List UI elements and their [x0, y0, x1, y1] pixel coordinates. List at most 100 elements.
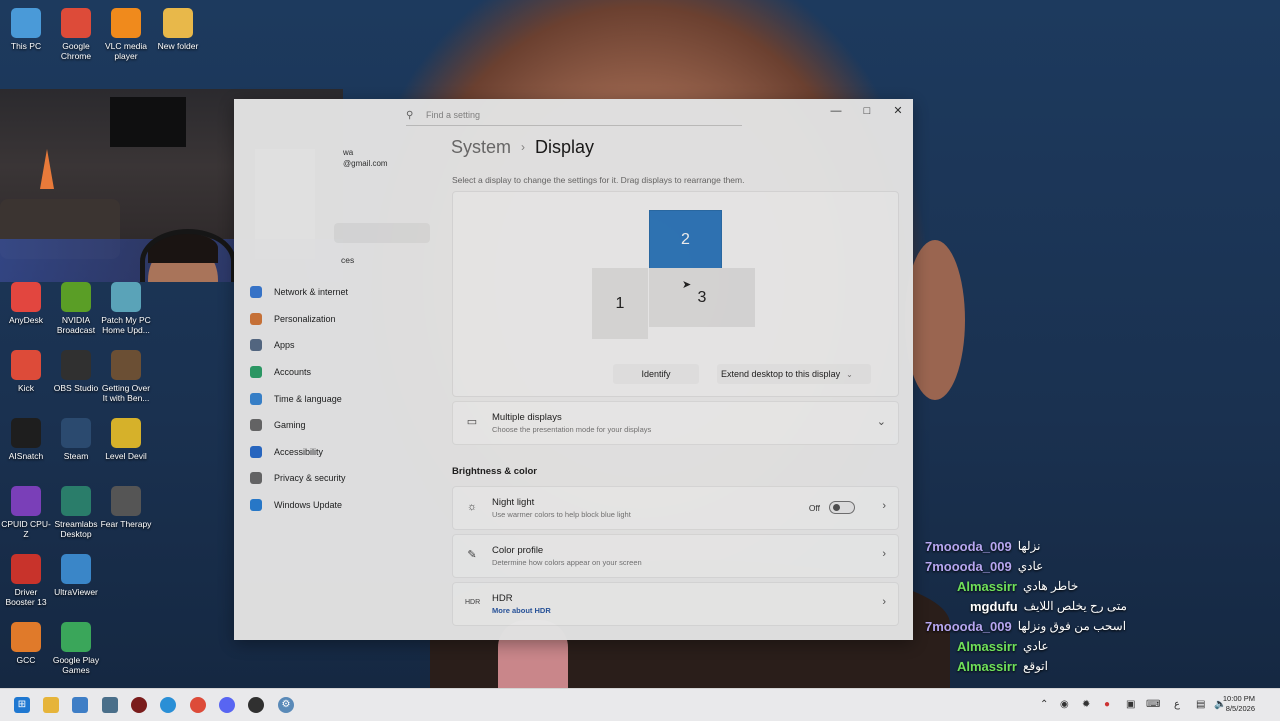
night-light-toggle[interactable] — [829, 501, 855, 514]
fear-therapy-icon — [111, 486, 141, 516]
monitor-icon — [11, 8, 41, 38]
keyboard-icon[interactable]: ⌨ — [1146, 699, 1160, 710]
more-about-hdr-link[interactable]: More about HDR — [492, 606, 551, 615]
sidebar-item-apps[interactable]: Apps — [250, 332, 430, 359]
desktop-icon-anydesk[interactable]: AnyDesk — [0, 282, 52, 325]
sun-icon: ☼ — [466, 501, 478, 513]
night-light-card[interactable]: ☼ Night light Use warmer colors to help … — [452, 486, 899, 530]
desktop-icon-google-play-games[interactable]: Google Play Games — [50, 622, 102, 675]
sidebar-item-system-selected[interactable] — [334, 223, 430, 243]
taskbar-app-icon[interactable] — [72, 697, 88, 713]
desktop-icon-obs-studio[interactable]: OBS Studio — [50, 350, 102, 393]
desktop-icon-this-pc[interactable]: This PC — [0, 8, 52, 51]
tray-app-icon[interactable]: ◉ — [1060, 699, 1069, 710]
identify-button[interactable]: Identify — [613, 364, 699, 384]
tray-gear-icon[interactable]: ✹ — [1082, 699, 1090, 710]
desktop-icon-new-folder[interactable]: New folder — [152, 8, 204, 51]
sidebar-item-accessibility[interactable]: Accessibility — [250, 439, 430, 466]
multiple-displays-title: Multiple displays — [492, 412, 562, 423]
multiple-displays-icon: ▭ — [466, 416, 478, 428]
breadcrumb-system[interactable]: System — [451, 137, 511, 157]
minimize-button[interactable]: — — [821, 103, 851, 119]
sidebar-item-label: Privacy & security — [274, 473, 346, 484]
start-button-icon[interactable]: ⊞ — [14, 697, 30, 713]
desktop-icon-kick[interactable]: Kick — [0, 350, 52, 393]
desktop-icon-label: VLC media player — [104, 41, 148, 61]
edge-icon[interactable] — [160, 697, 176, 713]
sidebar-item-label: Apps — [274, 340, 295, 351]
sidebar-item-accounts[interactable]: Accounts — [250, 359, 430, 386]
multiple-displays-card[interactable]: ▭ Multiple displays Choose the presentat… — [452, 401, 899, 445]
sidebar-item-gaming[interactable]: Gaming — [250, 412, 430, 439]
chat-text: نزلها — [1017, 539, 1041, 553]
sidebar-item-label: Time & language — [274, 393, 342, 404]
settings-search-input[interactable]: ⚲ Find a setting — [406, 105, 742, 126]
desktop-icon-ultraviewer[interactable]: UltraViewer — [50, 554, 102, 597]
tray-icon[interactable]: ▣ — [1126, 699, 1135, 710]
desktop-icon-nvidia-broadcast[interactable]: NVIDIA Broadcast — [50, 282, 102, 335]
sidebar-item-personalization[interactable]: Personalization — [250, 306, 430, 333]
chat-message: 7moooda_009 اسحب من فوق ونزلها — [925, 616, 1265, 636]
chat-message: Almassirr عادي — [925, 636, 1265, 656]
chevron-up-icon[interactable]: ⌃ — [1040, 699, 1048, 710]
desktop-icon-vlc-media-player[interactable]: VLC media player — [100, 8, 152, 61]
recorder-icon[interactable] — [131, 697, 147, 713]
desktop-icon-label: OBS Studio — [53, 383, 99, 393]
hdr-icon: HDR — [465, 599, 481, 606]
monitor-3[interactable]: 3 — [649, 268, 755, 327]
house-icon — [111, 282, 141, 312]
sidebar-item-label: Network & internet — [274, 287, 349, 298]
night-light-subtitle: Use warmer colors to help block blue lig… — [492, 510, 631, 519]
hammer-icon — [111, 350, 141, 380]
network-icon[interactable]: ▤ — [1196, 699, 1205, 710]
chat-username: 7moooda_009 — [925, 538, 1012, 554]
color-profile-subtitle: Determine how colors appear on your scre… — [492, 558, 642, 567]
level-devil-icon — [111, 418, 141, 448]
vlc-cone-icon — [111, 8, 141, 38]
sidebar-item-devices-partial[interactable]: ces — [341, 255, 354, 265]
tray-record-icon[interactable]: ● — [1104, 699, 1110, 710]
close-button[interactable]: ✕ — [883, 103, 913, 119]
monitor-2[interactable]: 2 — [649, 210, 722, 269]
anydesk-icon — [11, 282, 41, 312]
desktop-icon-gcc[interactable]: GCC — [0, 622, 52, 665]
desktop-icon-label: Driver Booster 13 — [5, 587, 47, 607]
sidebar-item-network-internet[interactable]: Network & internet — [250, 279, 430, 306]
settings-gear-icon[interactable]: ⚙ — [278, 697, 294, 713]
color-profile-card[interactable]: ✎ Color profile Determine how colors app… — [452, 534, 899, 578]
hdr-card[interactable]: HDR HDR More about HDR › — [452, 582, 899, 626]
desktop-icon-fear-therapy[interactable]: Fear Therapy — [100, 486, 152, 529]
sidebar-item-label: Personalization — [274, 313, 336, 324]
file-explorer-icon[interactable] — [43, 697, 59, 713]
settings-window: ⚲ Find a setting — □ ✕ wa @gmail.com ces… — [234, 99, 913, 640]
chrome-icon[interactable] — [190, 697, 206, 713]
chat-username: 7moooda_009 — [925, 558, 1012, 574]
sidebar-item-windows-update[interactable]: Windows Update — [250, 492, 430, 519]
desktop-icon-cpuid-cpu-z[interactable]: CPUID CPU-Z — [0, 486, 52, 539]
desktop-icon-streamlabs-desktop[interactable]: Streamlabs Desktop — [50, 486, 102, 539]
desktop-icon-getting-over-it-with-ben[interactable]: Getting Over It with Ben... — [100, 350, 152, 403]
desktop-icon-google-chrome[interactable]: Google Chrome — [50, 8, 102, 61]
extend-desktop-dropdown[interactable]: Extend desktop to this display ⌄ — [717, 364, 871, 384]
desktop-icon-patch-my-pc-home-upd[interactable]: Patch My PC Home Upd... — [100, 282, 152, 335]
desktop-icon-steam[interactable]: Steam — [50, 418, 102, 461]
monitor-1[interactable]: 1 — [592, 268, 648, 339]
desktop-icon-level-devil[interactable]: Level Devil — [100, 418, 152, 461]
cpuz-icon — [11, 486, 41, 516]
folder-icon — [163, 8, 193, 38]
obs-icon[interactable] — [248, 697, 264, 713]
account-info: wa @gmail.com — [343, 147, 388, 169]
system-clock[interactable]: 10:00 PM 8/5/2026 — [1223, 694, 1255, 714]
input-language[interactable]: ع — [1174, 699, 1180, 710]
desktop-icon-aisnatch[interactable]: AISnatch — [0, 418, 52, 461]
chat-text: عادي — [1022, 639, 1049, 653]
discord-icon[interactable] — [219, 697, 235, 713]
sidebar-item-time-language[interactable]: Time & language — [250, 385, 430, 412]
maximize-button[interactable]: □ — [852, 103, 882, 119]
update-icon — [250, 499, 262, 512]
desktop-icon-driver-booster-13[interactable]: Driver Booster 13 — [0, 554, 52, 607]
color-profile-title: Color profile — [492, 545, 544, 556]
sidebar-item-privacy-security[interactable]: Privacy & security — [250, 465, 430, 492]
store-icon[interactable] — [102, 697, 118, 713]
desktop-icon-label: This PC — [10, 41, 42, 51]
